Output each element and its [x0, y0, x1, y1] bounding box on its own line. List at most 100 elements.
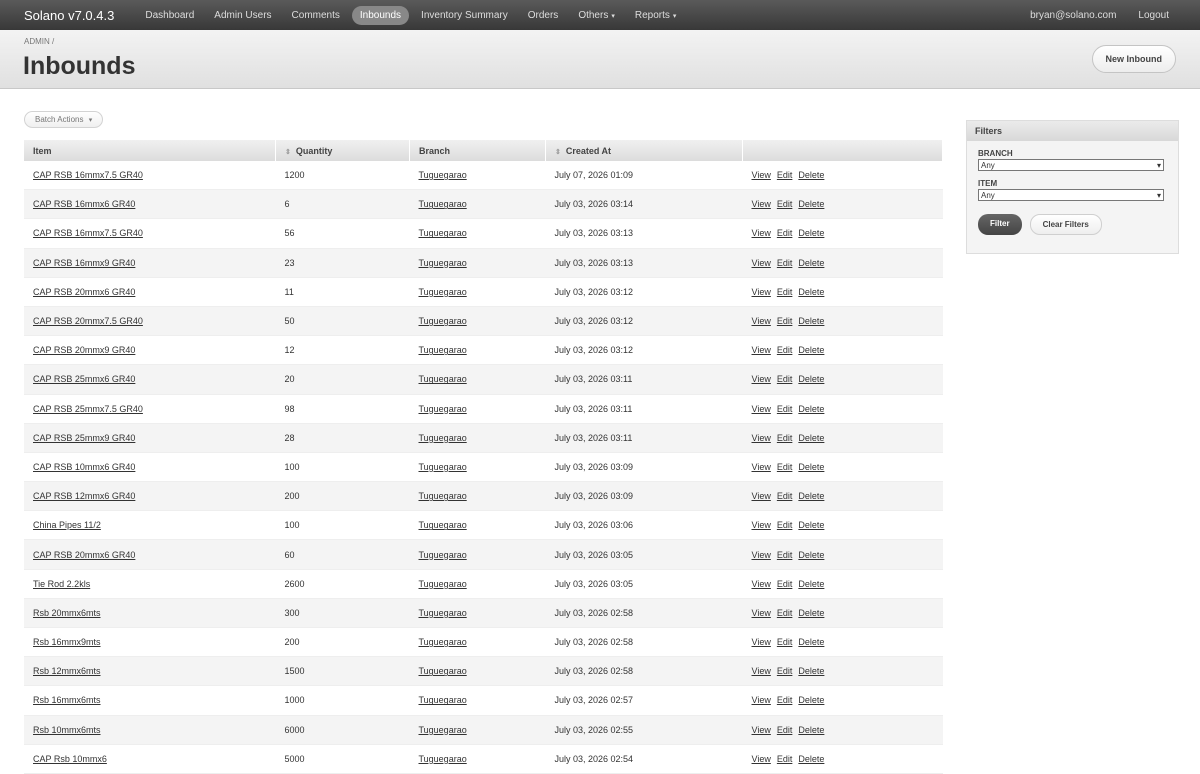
- delete-link[interactable]: Delete: [798, 374, 824, 384]
- edit-link[interactable]: Edit: [777, 637, 793, 647]
- view-link[interactable]: View: [752, 754, 771, 764]
- view-link[interactable]: View: [752, 374, 771, 384]
- delete-link[interactable]: Delete: [798, 608, 824, 618]
- brand[interactable]: Solano v7.0.4.3: [0, 8, 135, 23]
- branch-link[interactable]: Tuguegarao: [419, 433, 467, 443]
- view-link[interactable]: View: [752, 725, 771, 735]
- nav-item-inbounds[interactable]: Inbounds: [351, 5, 410, 25]
- branch-link[interactable]: Tuguegarao: [419, 170, 467, 180]
- edit-link[interactable]: Edit: [777, 579, 793, 589]
- delete-link[interactable]: Delete: [798, 316, 824, 326]
- branch-link[interactable]: Tuguegarao: [419, 695, 467, 705]
- column-header-item[interactable]: Item: [24, 140, 276, 161]
- item-link[interactable]: CAP RSB 16mmx7.5 GR40: [33, 170, 143, 180]
- nav-item-inventory-summary[interactable]: Inventory Summary: [413, 6, 516, 25]
- view-link[interactable]: View: [752, 404, 771, 414]
- branch-link[interactable]: Tuguegarao: [419, 374, 467, 384]
- nav-item-orders[interactable]: Orders: [520, 6, 567, 25]
- view-link[interactable]: View: [752, 520, 771, 530]
- view-link[interactable]: View: [752, 550, 771, 560]
- branch-link[interactable]: Tuguegarao: [419, 228, 467, 238]
- branch-link[interactable]: Tuguegarao: [419, 550, 467, 560]
- nav-item-others[interactable]: Others ▾: [570, 6, 623, 25]
- branch-link[interactable]: Tuguegarao: [419, 462, 467, 472]
- delete-link[interactable]: Delete: [798, 258, 824, 268]
- delete-link[interactable]: Delete: [798, 345, 824, 355]
- nav-item-dashboard[interactable]: Dashboard: [137, 6, 202, 25]
- item-link[interactable]: CAP RSB 20mmx7.5 GR40: [33, 316, 143, 326]
- edit-link[interactable]: Edit: [777, 404, 793, 414]
- item-link[interactable]: CAP RSB 25mmx7.5 GR40: [33, 404, 143, 414]
- nav-item-admin-users[interactable]: Admin Users: [206, 6, 279, 25]
- item-link[interactable]: CAP RSB 16mmx7.5 GR40: [33, 228, 143, 238]
- item-link[interactable]: China Pipes 11/2: [33, 520, 101, 530]
- item-link[interactable]: CAP RSB 20mmx6 GR40: [33, 287, 135, 297]
- branch-link[interactable]: Tuguegarao: [419, 316, 467, 326]
- item-link[interactable]: CAP RSB 16mmx6 GR40: [33, 199, 135, 209]
- user-email[interactable]: bryan@solano.com: [1030, 10, 1116, 21]
- new-inbound-button[interactable]: New Inbound: [1091, 45, 1176, 73]
- branch-link[interactable]: Tuguegarao: [419, 287, 467, 297]
- item-link[interactable]: Rsb 12mmx6mts: [33, 666, 101, 676]
- item-link[interactable]: Rsb 10mmx6mts: [33, 725, 101, 735]
- branch-link[interactable]: Tuguegarao: [419, 608, 467, 618]
- delete-link[interactable]: Delete: [798, 228, 824, 238]
- item-link[interactable]: CAP RSB 10mmx6 GR40: [33, 462, 135, 472]
- branch-link[interactable]: Tuguegarao: [419, 520, 467, 530]
- edit-link[interactable]: Edit: [777, 258, 793, 268]
- delete-link[interactable]: Delete: [798, 725, 824, 735]
- clear-filters-button[interactable]: Clear Filters: [1029, 214, 1102, 235]
- delete-link[interactable]: Delete: [798, 199, 824, 209]
- branch-link[interactable]: Tuguegarao: [419, 725, 467, 735]
- nav-item-reports[interactable]: Reports ▾: [627, 6, 685, 25]
- delete-link[interactable]: Delete: [798, 520, 824, 530]
- delete-link[interactable]: Delete: [798, 550, 824, 560]
- column-header-branch[interactable]: Branch: [409, 140, 546, 161]
- item-link[interactable]: CAP RSB 25mmx9 GR40: [33, 433, 135, 443]
- item-link[interactable]: CAP RSB 16mmx9 GR40: [33, 258, 135, 268]
- item-filter-select[interactable]: Any ▾: [978, 189, 1164, 201]
- view-link[interactable]: View: [752, 287, 771, 297]
- branch-filter-select[interactable]: Any ▾: [978, 159, 1164, 171]
- view-link[interactable]: View: [752, 228, 771, 238]
- edit-link[interactable]: Edit: [777, 433, 793, 443]
- view-link[interactable]: View: [752, 462, 771, 472]
- breadcrumb[interactable]: ADMIN /: [24, 37, 54, 46]
- view-link[interactable]: View: [752, 579, 771, 589]
- delete-link[interactable]: Delete: [798, 404, 824, 414]
- edit-link[interactable]: Edit: [777, 608, 793, 618]
- view-link[interactable]: View: [752, 170, 771, 180]
- edit-link[interactable]: Edit: [777, 666, 793, 676]
- delete-link[interactable]: Delete: [798, 287, 824, 297]
- edit-link[interactable]: Edit: [777, 520, 793, 530]
- branch-link[interactable]: Tuguegarao: [419, 754, 467, 764]
- branch-link[interactable]: Tuguegarao: [419, 579, 467, 589]
- view-link[interactable]: View: [752, 199, 771, 209]
- view-link[interactable]: View: [752, 695, 771, 705]
- delete-link[interactable]: Delete: [798, 170, 824, 180]
- item-link[interactable]: Rsb 16mmx9mts: [33, 637, 101, 647]
- edit-link[interactable]: Edit: [777, 754, 793, 764]
- item-link[interactable]: CAP Rsb 10mmx6: [33, 754, 107, 764]
- branch-link[interactable]: Tuguegarao: [419, 345, 467, 355]
- view-link[interactable]: View: [752, 345, 771, 355]
- delete-link[interactable]: Delete: [798, 754, 824, 764]
- edit-link[interactable]: Edit: [777, 695, 793, 705]
- item-link[interactable]: Rsb 20mmx6mts: [33, 608, 101, 618]
- view-link[interactable]: View: [752, 491, 771, 501]
- delete-link[interactable]: Delete: [798, 695, 824, 705]
- view-link[interactable]: View: [752, 637, 771, 647]
- delete-link[interactable]: Delete: [798, 579, 824, 589]
- edit-link[interactable]: Edit: [777, 287, 793, 297]
- item-link[interactable]: CAP RSB 25mmx6 GR40: [33, 374, 135, 384]
- delete-link[interactable]: Delete: [798, 637, 824, 647]
- nav-item-comments[interactable]: Comments: [284, 6, 348, 25]
- edit-link[interactable]: Edit: [777, 199, 793, 209]
- branch-link[interactable]: Tuguegarao: [419, 666, 467, 676]
- branch-link[interactable]: Tuguegarao: [419, 258, 467, 268]
- edit-link[interactable]: Edit: [777, 550, 793, 560]
- column-header-quantity[interactable]: ⇕ Quantity: [275, 140, 410, 161]
- filter-button[interactable]: Filter: [978, 214, 1022, 235]
- column-header-created-at[interactable]: ⇕ Created At: [545, 140, 743, 161]
- item-link[interactable]: CAP RSB 12mmx6 GR40: [33, 491, 135, 501]
